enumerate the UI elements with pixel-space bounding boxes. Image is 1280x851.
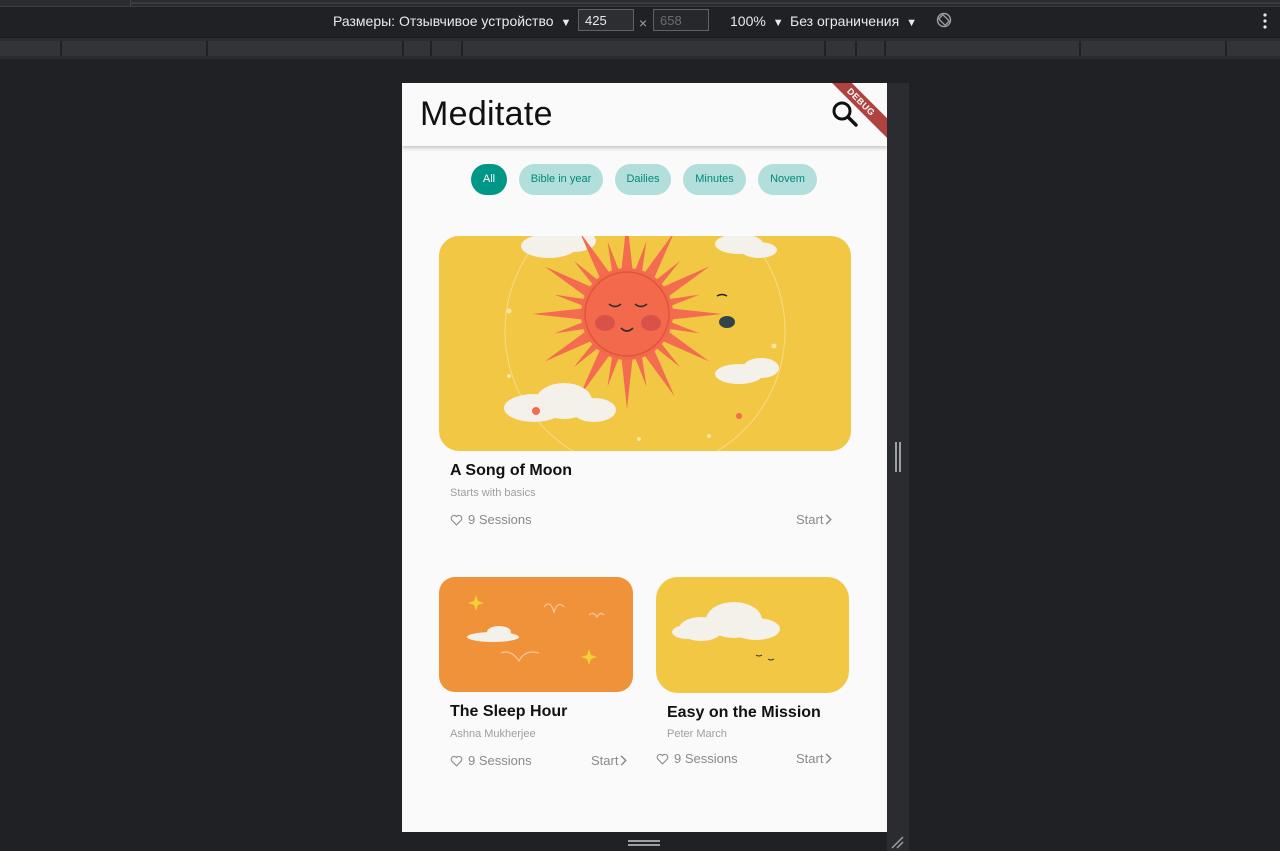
throttling-label: Без ограничения bbox=[790, 13, 900, 29]
chevron-down-icon: ▼ bbox=[906, 17, 917, 29]
heart-icon[interactable] bbox=[450, 514, 463, 526]
page-title: Meditate bbox=[420, 95, 553, 133]
crescent-moon-cloud-illustration bbox=[656, 577, 849, 693]
start-label: Start bbox=[796, 751, 824, 766]
chip-minutes[interactable]: Minutes bbox=[683, 164, 746, 195]
more-options-icon[interactable] bbox=[1262, 12, 1268, 30]
card-title: Easy on the Mission bbox=[667, 704, 821, 721]
sessions-count: 9 Sessions bbox=[450, 753, 532, 768]
sessions-count: 9 Sessions bbox=[656, 751, 738, 766]
sessions-label: 9 Sessions bbox=[468, 753, 532, 768]
chevron-right-icon bbox=[621, 755, 628, 766]
card-title: The Sleep Hour bbox=[450, 703, 568, 720]
app-bar: Meditate bbox=[402, 83, 887, 146]
dimensions-dropdown[interactable]: Размеры: Отзывчивое устройство ▼ bbox=[333, 13, 571, 29]
start-button[interactable]: Start bbox=[796, 751, 833, 766]
heart-icon[interactable] bbox=[450, 755, 463, 767]
sessions-label: 9 Sessions bbox=[468, 512, 532, 527]
device-toolbar: Размеры: Отзывчивое устройство ▼ × 100% … bbox=[0, 7, 1280, 36]
width-input[interactable] bbox=[578, 9, 634, 31]
card-subtitle: Ashna Mukherjee bbox=[450, 728, 536, 740]
times-sign: × bbox=[639, 15, 648, 31]
sun-and-moon-illustration bbox=[439, 236, 851, 451]
card-subtitle: Starts with basics bbox=[450, 487, 536, 499]
chip-dailies[interactable]: Dailies bbox=[615, 164, 671, 195]
zoom-label: 100% bbox=[730, 13, 766, 29]
start-button[interactable]: Start bbox=[796, 512, 833, 527]
category-chips: All Bible in year Dailies Minutes Novem bbox=[402, 163, 887, 197]
start-label: Start bbox=[591, 753, 619, 768]
sessions-count: 9 Sessions bbox=[450, 512, 532, 527]
resize-handle-right[interactable] bbox=[894, 442, 902, 472]
chevron-down-icon: ▼ bbox=[560, 17, 572, 29]
sessions-label: 9 Sessions bbox=[674, 751, 738, 766]
chevron-right-icon bbox=[826, 514, 833, 525]
resize-handle-bottom[interactable] bbox=[628, 838, 660, 848]
media-query-bar[interactable] bbox=[0, 37, 1280, 59]
heart-icon[interactable] bbox=[656, 753, 669, 765]
chip-bible-in-year[interactable]: Bible in year bbox=[519, 164, 603, 195]
dimensions-label: Размеры: Отзывчивое устройство bbox=[333, 13, 554, 29]
height-input[interactable] bbox=[653, 9, 709, 31]
resize-handle-corner[interactable] bbox=[890, 835, 904, 849]
device-viewport: Meditate DEBUG All Bible in year Dailies… bbox=[402, 83, 887, 832]
card-title: A Song of Moon bbox=[450, 462, 573, 479]
orange-sky-illustration bbox=[439, 577, 633, 692]
zoom-dropdown[interactable]: 100% ▼ bbox=[730, 13, 784, 29]
chevron-down-icon: ▼ bbox=[772, 17, 784, 29]
throttling-dropdown[interactable]: Без ограничения ▼ bbox=[790, 13, 917, 29]
chevron-right-icon bbox=[826, 753, 833, 764]
card-subtitle: Peter March bbox=[667, 728, 727, 740]
start-button[interactable]: Start bbox=[591, 753, 628, 768]
window-top-strip bbox=[0, 0, 1280, 7]
rotate-icon[interactable] bbox=[936, 12, 952, 28]
chip-novem[interactable]: Novem bbox=[758, 164, 817, 195]
chip-all[interactable]: All bbox=[471, 164, 507, 195]
start-label: Start bbox=[796, 512, 824, 527]
